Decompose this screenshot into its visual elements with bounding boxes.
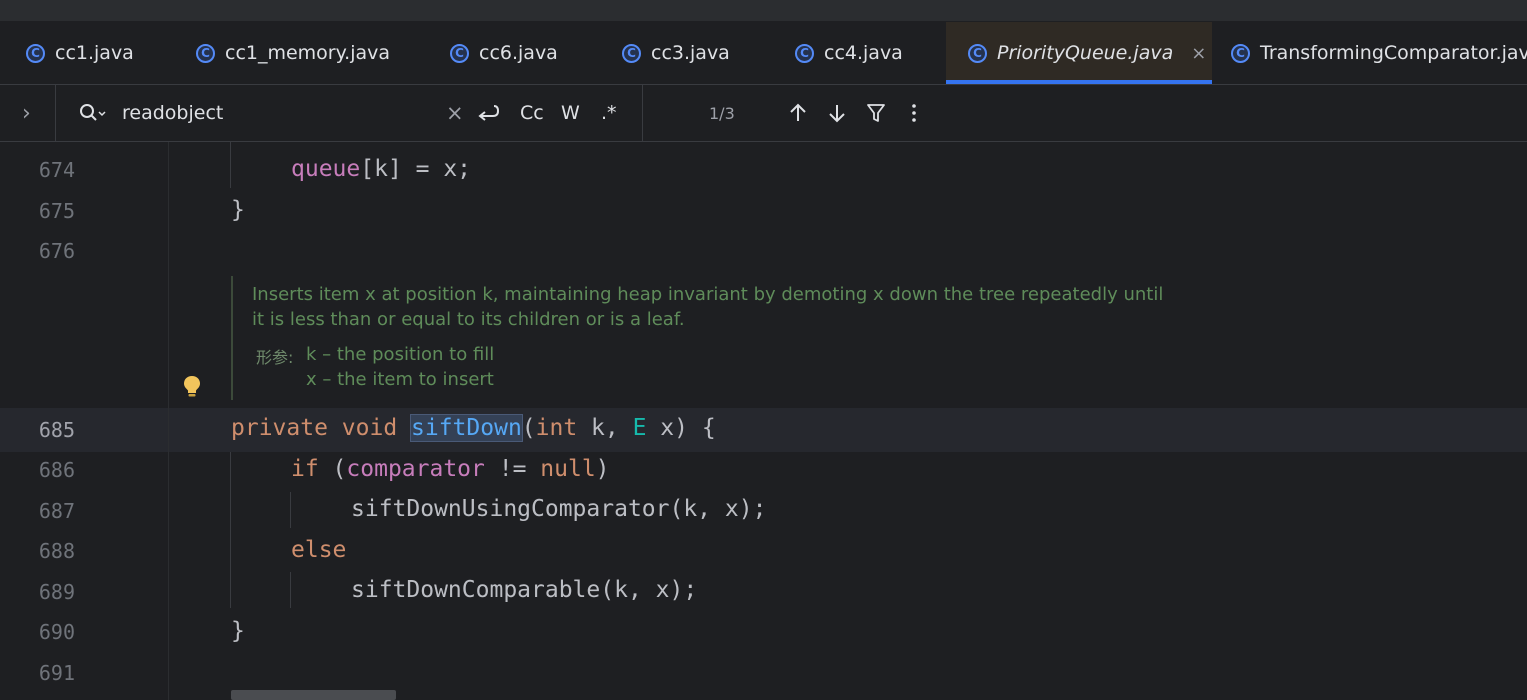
tab-label: cc1_memory.java	[225, 42, 391, 64]
tab-priorityqueue[interactable]: C PriorityQueue.java ×	[946, 22, 1212, 84]
previous-occurrence-button[interactable]	[787, 85, 809, 141]
code-editor[interactable]: 674 675 676 685 686 687 688 689 690 691 …	[0, 142, 1527, 700]
code-line-685[interactable]: private void siftDown(int k, E x) {	[231, 414, 716, 442]
class-file-icon: C	[450, 43, 469, 63]
code-line-688[interactable]: else	[291, 537, 346, 563]
filter-icon	[867, 104, 885, 122]
line-number: 676	[38, 239, 75, 263]
arrow-down-icon	[829, 105, 845, 123]
doc-description-line: it is less than or equal to its children…	[252, 309, 685, 330]
line-number: 674	[38, 158, 75, 182]
editor-tab-bar: C cc1.java C cc1_memory.java C cc6.java …	[0, 22, 1527, 85]
next-occurrence-button[interactable]	[826, 85, 848, 141]
divider	[55, 85, 56, 141]
line-number-gutter[interactable]: 674 675 676 685 686 687 688 689 690 691	[0, 142, 168, 700]
doc-params-label: 形参:	[256, 348, 294, 367]
divider	[642, 85, 643, 141]
clear-search-icon[interactable]: ×	[446, 85, 464, 141]
code-line-675[interactable]: }	[231, 197, 245, 223]
tab-label: PriorityQueue.java	[997, 42, 1174, 64]
search-options-icon[interactable]	[78, 85, 106, 141]
class-file-icon: C	[795, 43, 814, 63]
rendered-javadoc: Inserts item x at position k, maintainin…	[231, 276, 1183, 400]
line-number-current: 685	[38, 418, 75, 442]
lightbulb-icon[interactable]	[182, 374, 202, 400]
indent-guide	[230, 452, 231, 608]
return-arrow-icon	[478, 105, 500, 121]
tab-label: cc1.java	[55, 42, 134, 64]
active-tab-indicator	[946, 80, 1212, 84]
arrow-up-icon	[790, 103, 806, 121]
close-tab-icon[interactable]: ×	[1191, 43, 1206, 64]
tab-label: TransformingComparator.java	[1260, 42, 1527, 64]
class-file-icon: C	[26, 43, 45, 63]
indent-guide	[290, 492, 291, 528]
words-button[interactable]: W	[561, 85, 580, 141]
code-line-686[interactable]: if (comparator != null)	[291, 456, 610, 482]
more-vertical-icon	[912, 104, 916, 122]
class-file-icon: C	[968, 43, 987, 63]
current-line-highlight	[0, 408, 1527, 452]
line-number: 686	[38, 458, 75, 482]
expand-replace-chevron-icon[interactable]: ›	[22, 85, 31, 141]
search-input[interactable]	[122, 99, 422, 127]
code-line-689[interactable]: siftDownComparable(k, x);	[351, 577, 697, 603]
regex-button[interactable]: .*	[601, 85, 617, 141]
class-file-icon: C	[1231, 43, 1250, 63]
line-number: 675	[38, 199, 75, 223]
line-number: 688	[38, 539, 75, 563]
class-file-icon: C	[622, 43, 641, 63]
tab-transformingcomparator[interactable]: C TransformingComparator.java	[1231, 22, 1527, 84]
tab-cc4[interactable]: C cc4.java	[795, 22, 903, 84]
tab-cc6[interactable]: C cc6.java	[450, 22, 558, 84]
match-case-button[interactable]: Cc	[520, 85, 544, 141]
tab-cc1[interactable]: C cc1.java	[26, 22, 134, 84]
tab-cc3[interactable]: C cc3.java	[622, 22, 730, 84]
match-counter: 1/3	[709, 103, 735, 123]
search-icon	[80, 104, 106, 121]
gutter-divider	[168, 142, 169, 700]
code-line-674[interactable]: queue[k] = x;	[291, 156, 471, 182]
class-file-icon: C	[196, 43, 215, 63]
line-number: 690	[38, 620, 75, 644]
filter-button[interactable]	[865, 85, 887, 141]
tab-label: cc4.java	[824, 42, 903, 64]
tab-cc1-memory[interactable]: C cc1_memory.java	[196, 22, 390, 84]
line-number: 689	[38, 580, 75, 604]
line-number: 691	[38, 661, 75, 685]
find-bar: › × Cc W .* 1/3	[0, 85, 1527, 142]
indent-guide	[230, 142, 231, 188]
more-options-button[interactable]	[903, 85, 925, 141]
title-bar	[0, 0, 1527, 22]
code-line-690[interactable]: }	[231, 618, 245, 644]
line-number: 687	[38, 499, 75, 523]
horizontal-scrollbar[interactable]	[231, 690, 396, 700]
code-line-687[interactable]: siftDownUsingComparator(k, x);	[351, 496, 766, 522]
indent-guide	[290, 572, 291, 608]
new-line-icon[interactable]	[476, 85, 500, 141]
tab-label: cc3.java	[651, 42, 730, 64]
doc-param: k – the position to fill	[306, 344, 495, 365]
doc-param: x – the item to insert	[306, 369, 494, 390]
doc-description-line: Inserts item x at position k, maintainin…	[252, 284, 1164, 305]
tab-label: cc6.java	[479, 42, 558, 64]
